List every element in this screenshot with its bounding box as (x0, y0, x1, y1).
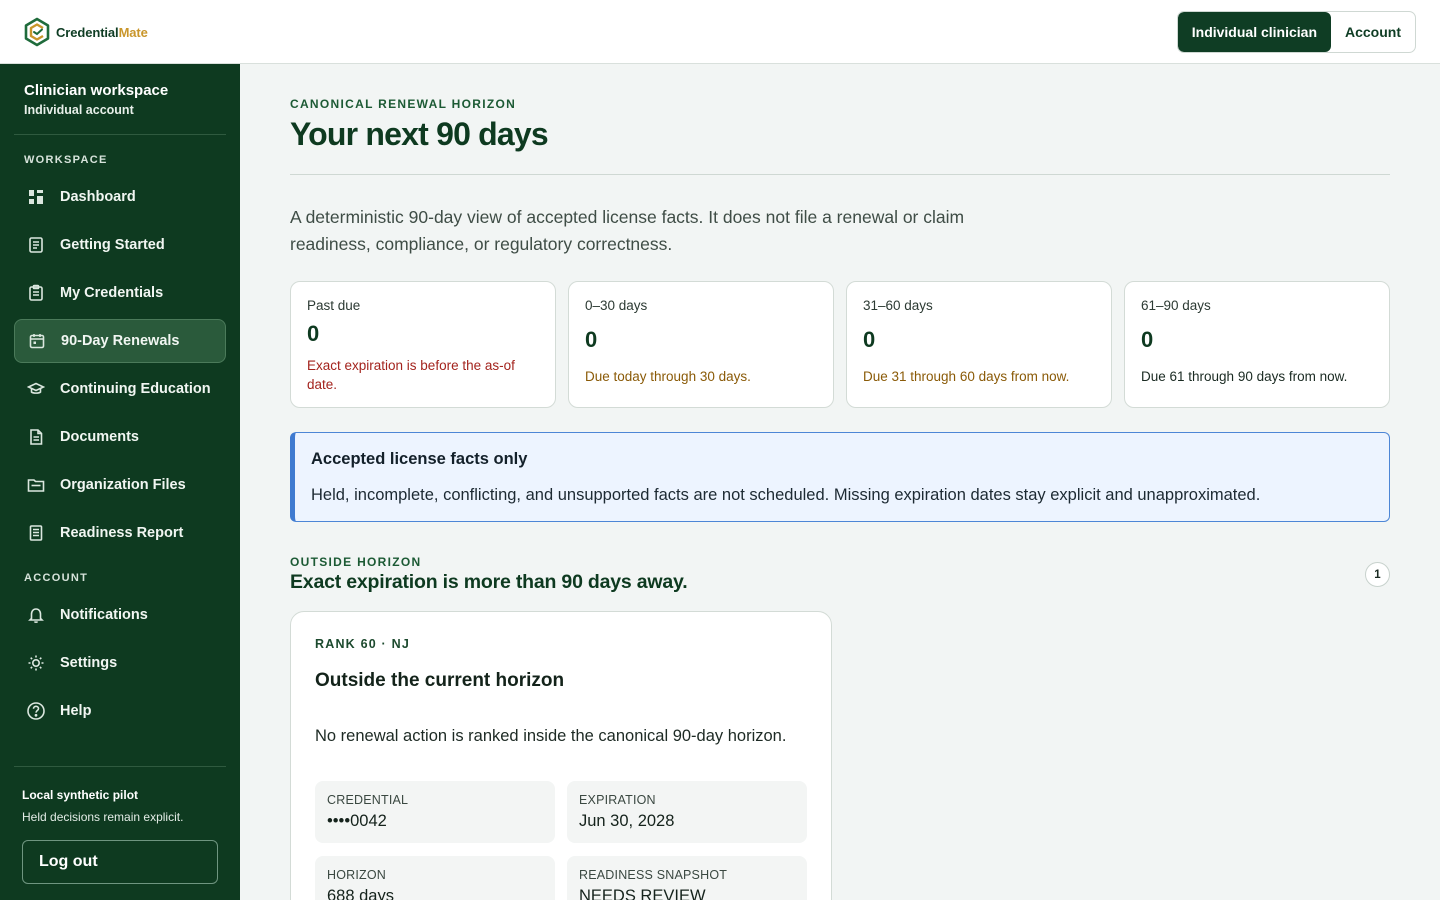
page-intro: A deterministic 90-day view of accepted … (290, 207, 965, 254)
sidebar-item-label: Notifications (60, 607, 148, 623)
gear-icon (26, 653, 46, 673)
sidebar-item-dashboard[interactable]: Dashboard (14, 175, 226, 219)
sidebar-item-readiness-report[interactable]: Readiness Report (14, 511, 226, 555)
stat-note: Due 61 through 90 days from now. (1141, 369, 1348, 384)
pilot-subtitle: Held decisions remain explicit. (22, 810, 184, 824)
folder-icon (26, 475, 46, 495)
stat-value: 0 (307, 321, 320, 346)
pilot-notice: Local synthetic pilot Held decisions rem… (22, 788, 183, 824)
brand-name: CredentialMate (56, 25, 148, 40)
fact-value: NEEDS REVIEW (579, 887, 706, 900)
sidebar-item-notifications[interactable]: Notifications (14, 593, 226, 637)
main-content: CANONICAL RENEWAL HORIZON Your next 90 d… (240, 64, 1440, 900)
individual-clinician-button[interactable]: Individual clinician (1177, 12, 1331, 52)
page-eyebrow: CANONICAL RENEWAL HORIZON (290, 97, 517, 111)
stat-card-0-30-days: 0–30 days 0 Due today through 30 days. (568, 281, 834, 408)
stat-card-31-60-days: 31–60 days 0 Due 31 through 60 days from… (846, 281, 1112, 408)
outside-horizon-title: Exact expiration is more than 90 days aw… (290, 571, 688, 593)
checklist-icon (26, 235, 46, 255)
brand-name-accent: Mate (118, 24, 148, 40)
brand-name-main: Credential (56, 24, 119, 40)
page-title: Your next 90 days (290, 116, 549, 152)
fact-value: 688 days (327, 887, 394, 900)
bell-icon (26, 605, 46, 625)
report-icon (26, 523, 46, 543)
account-mode-switch: Individual clinician Account (1176, 11, 1416, 53)
top-bar: CredentialMate Individual clinician Acco… (0, 0, 1440, 64)
sidebar-item-label: Settings (60, 655, 118, 671)
fact-expiration: EXPIRATION Jun 30, 2028 (567, 781, 807, 843)
workspace-header: Clinician workspace Individual account (24, 82, 168, 117)
stat-value: 0 (1141, 327, 1154, 352)
fact-horizon: HORIZON 688 days (315, 856, 555, 900)
stat-note: Exact expiration is before the as-of dat… (307, 358, 515, 392)
sidebar-item-label: Readiness Report (60, 525, 184, 541)
sidebar-item-continuing-education[interactable]: Continuing Education (14, 367, 226, 411)
card-body: No renewal action is ranked inside the c… (315, 727, 787, 745)
stat-label: Past due (307, 298, 361, 313)
workspace-section-label: WORKSPACE (24, 154, 108, 166)
stat-label: 61–90 days (1141, 298, 1211, 313)
sidebar-item-getting-started[interactable]: Getting Started (14, 223, 226, 267)
stat-value: 0 (863, 327, 876, 352)
renewal-card: RANK 60 · NJ Outside the current horizon… (290, 611, 832, 900)
sidebar-divider (14, 766, 226, 767)
brand-logo[interactable]: CredentialMate (24, 17, 148, 47)
fact-credential: CREDENTIAL ••••0042 (315, 781, 555, 843)
sidebar: Clinician workspace Individual account W… (0, 64, 240, 900)
workspace-title: Clinician workspace (24, 82, 169, 99)
sidebar-item-label: Getting Started (60, 237, 165, 253)
document-icon (26, 427, 46, 447)
fact-label: HORIZON (327, 868, 387, 882)
fact-readiness-snapshot: READINESS SNAPSHOT NEEDS REVIEW (567, 856, 807, 900)
credentialmate-logo-icon (24, 17, 50, 47)
stat-value: 0 (585, 327, 598, 352)
sidebar-divider (14, 134, 226, 135)
pilot-title: Local synthetic pilot (22, 788, 139, 802)
sidebar-item-label: Dashboard (60, 189, 136, 205)
sidebar-item-organization-files[interactable]: Organization Files (14, 463, 226, 507)
workspace-subtitle: Individual account (24, 103, 134, 117)
account-section-label: ACCOUNT (24, 572, 89, 584)
sidebar-item-label: 90-Day Renewals (61, 333, 180, 349)
account-button[interactable]: Account (1331, 12, 1415, 52)
clipboard-icon (26, 283, 46, 303)
sidebar-item-documents[interactable]: Documents (14, 415, 226, 459)
sidebar-item-90-day-renewals[interactable]: 90-Day Renewals (14, 319, 226, 363)
stat-label: 0–30 days (585, 298, 648, 313)
sidebar-item-label: Documents (60, 429, 139, 445)
card-rank-state: RANK 60 · NJ (315, 637, 410, 651)
stat-label: 31–60 days (863, 298, 933, 313)
logout-button[interactable]: Log out (22, 840, 218, 884)
stat-card-past-due: Past due 0 Exact expiration is before th… (290, 281, 556, 408)
title-divider (290, 174, 1390, 175)
callout-body: Held, incomplete, conflicting, and unsup… (311, 486, 1261, 504)
sidebar-item-help[interactable]: Help (14, 689, 226, 733)
fact-value: Jun 30, 2028 (579, 812, 675, 830)
stat-note: Due today through 30 days. (585, 369, 751, 384)
fact-label: READINESS SNAPSHOT (579, 868, 728, 882)
calendar-icon (27, 331, 47, 351)
sidebar-item-my-credentials[interactable]: My Credentials (14, 271, 226, 315)
fact-label: CREDENTIAL (327, 793, 409, 807)
card-title: Outside the current horizon (315, 670, 565, 691)
sidebar-item-label: Help (60, 703, 92, 719)
callout-title: Accepted license facts only (311, 450, 528, 468)
sidebar-item-label: My Credentials (60, 285, 164, 301)
sidebar-item-label: Continuing Education (60, 381, 211, 397)
sidebar-item-label: Organization Files (60, 477, 186, 493)
help-icon (26, 701, 46, 721)
dashboard-icon (26, 187, 46, 207)
sidebar-item-settings[interactable]: Settings (14, 641, 226, 685)
graduation-cap-icon (26, 379, 46, 399)
accepted-facts-callout: Accepted license facts only Held, incomp… (290, 432, 1390, 522)
outside-horizon-eyebrow: OUTSIDE HORIZON (290, 555, 422, 569)
stat-note: Due 31 through 60 days from now. (863, 369, 1070, 384)
stat-card-61-90-days: 61–90 days 0 Due 61 through 90 days from… (1124, 281, 1390, 408)
outside-horizon-count-badge: 1 (1365, 562, 1390, 587)
fact-value: ••••0042 (327, 812, 387, 830)
fact-label: EXPIRATION (579, 793, 656, 807)
